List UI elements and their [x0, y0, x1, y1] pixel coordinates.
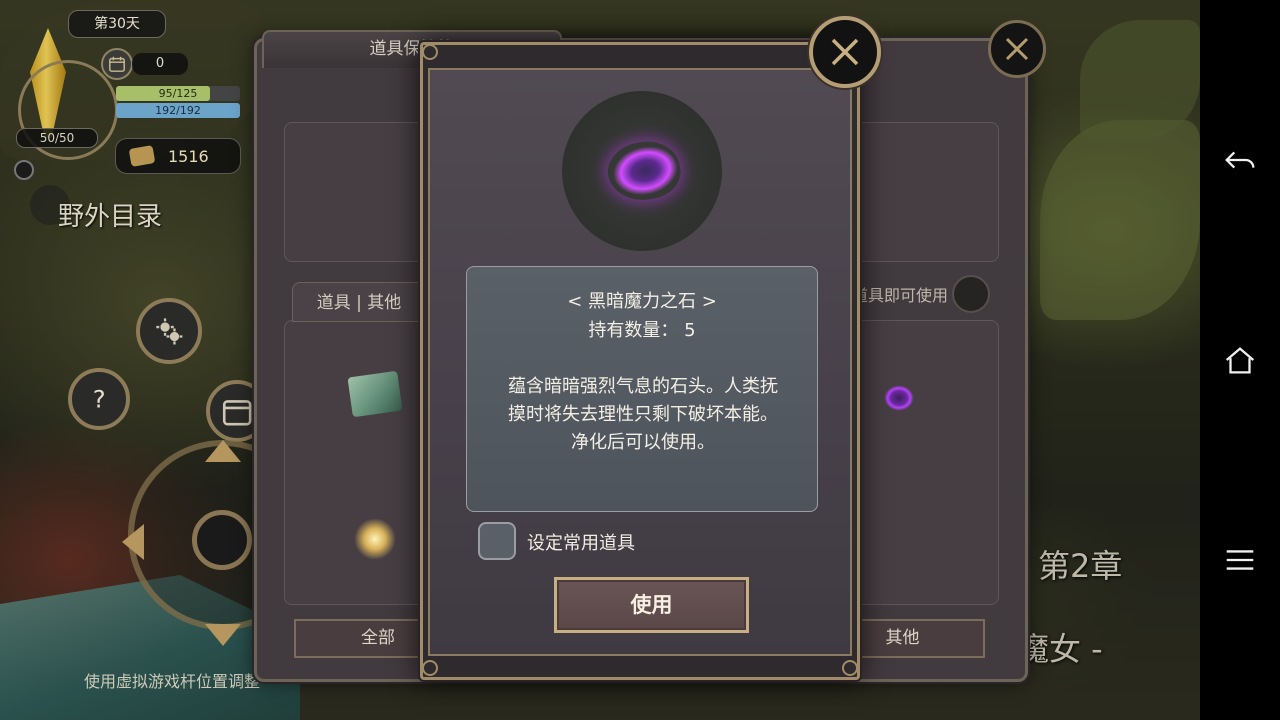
- description-line: 蕴含暗暗强烈气息的石头。人类抚: [508, 376, 778, 397]
- ornament-corner: [422, 44, 438, 60]
- calendar-icon[interactable]: [101, 48, 133, 80]
- item-count: 持有数量： 5: [467, 316, 817, 342]
- chapter-title: 第2章: [1038, 547, 1123, 585]
- close-x-icon: [831, 38, 859, 66]
- item-description: 蕴含暗暗强烈气息的石头。人类抚 摸时将失去理性只剩下破坏本能。 净化后可以使用。: [481, 373, 805, 457]
- ornament-corner: [422, 660, 438, 676]
- joystick-knob[interactable]: [192, 510, 252, 570]
- inventory-item-dark-stone[interactable]: [876, 376, 922, 420]
- joystick-left-arrow: [122, 524, 144, 560]
- counter-value: 0: [132, 53, 188, 75]
- inventory-category-tab[interactable]: 道具 | 其他: [292, 282, 426, 322]
- mp-text: 192/192: [155, 104, 201, 117]
- help-button[interactable]: ?: [68, 368, 130, 430]
- crystal-value: 50/50: [16, 128, 98, 148]
- gear-icon: [155, 317, 183, 345]
- system-nav-bar: [1200, 0, 1280, 720]
- hp-bar: 95/125: [116, 86, 240, 101]
- settings-button[interactable]: [136, 298, 202, 364]
- day-badge: 第30天: [68, 10, 166, 38]
- svg-text:?: ?: [93, 384, 106, 413]
- inventory-item-spark[interactable]: [354, 518, 396, 560]
- hp-text: 95/125: [158, 87, 198, 100]
- item-count-value: 5: [684, 320, 696, 341]
- gold-icon: [128, 145, 156, 167]
- inventory-close-button[interactable]: [988, 20, 1046, 78]
- dialog-close-button[interactable]: [809, 16, 881, 88]
- home-icon: [1225, 347, 1255, 374]
- gold-value: 1516: [168, 146, 209, 166]
- item-description-box: < 黑暗魔力之石 > 持有数量： 5 蕴含暗暗强烈气息的石头。人类抚 摸时将失去…: [466, 266, 818, 512]
- gold-display: 1516: [115, 138, 241, 174]
- status-dot: [14, 160, 34, 180]
- field-directory-label[interactable]: 野外目录: [58, 196, 162, 233]
- joystick-up-arrow: [205, 440, 241, 462]
- question-icon: ?: [93, 384, 106, 413]
- nav-back-button[interactable]: [1210, 130, 1270, 190]
- calendar-icon: [222, 399, 252, 426]
- item-name: < 黑暗魔力之石 >: [567, 291, 717, 312]
- favorite-checkbox[interactable]: [478, 522, 516, 560]
- back-arrow-icon: [1225, 151, 1255, 169]
- item-count-label: 持有数量：: [588, 320, 679, 341]
- joystick-hint: 使用虚拟游戏杆位置调整: [84, 672, 261, 691]
- description-line: 摸时将失去理性只剩下破坏本能。: [508, 404, 778, 425]
- ornament-corner: [842, 660, 858, 676]
- close-x-icon: [1005, 37, 1029, 61]
- inventory-toggle-button[interactable]: [952, 275, 990, 313]
- nav-home-button[interactable]: [1210, 330, 1270, 390]
- nav-recents-button[interactable]: [1210, 530, 1270, 590]
- inventory-item-green-stone[interactable]: [347, 370, 403, 418]
- joystick-down-arrow: [205, 624, 241, 646]
- menu-lines-icon: [1226, 550, 1254, 570]
- description-line: 净化后可以使用。: [571, 432, 715, 453]
- use-button[interactable]: 使用: [554, 577, 749, 633]
- mp-bar: 192/192: [116, 103, 240, 118]
- favorite-label[interactable]: 设定常用道具: [527, 529, 635, 555]
- inventory-use-hint: 道具即可使用: [852, 286, 949, 305]
